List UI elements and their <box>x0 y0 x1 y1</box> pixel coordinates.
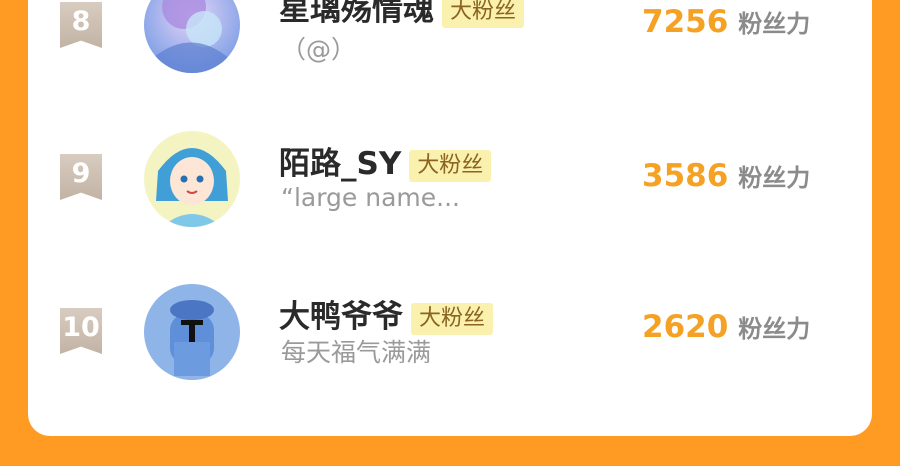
ranking-row[interactable]: 9 陌路_SY 大粉丝 “large name... 3586 粉丝力 <box>28 130 872 250</box>
fan-score: 7256 粉丝力 <box>642 4 810 40</box>
fan-score-unit: 粉丝力 <box>738 164 811 192</box>
fan-score-unit: 粉丝力 <box>738 315 811 343</box>
user-signature: 每天福气满满 <box>281 338 432 367</box>
user-name[interactable]: 陌路_SY 大粉丝 <box>279 138 492 183</box>
fan-score: 3586 粉丝力 <box>642 158 810 194</box>
avatar[interactable] <box>144 284 240 380</box>
rank-badge: 10 <box>60 308 102 354</box>
user-signature: “large name... <box>281 183 460 212</box>
fan-score-value: 3586 <box>642 158 729 194</box>
fan-score-value: 2620 <box>642 309 729 345</box>
fan-level-badge: 大粉丝 <box>442 0 525 28</box>
ranking-row[interactable]: 8 星璃殇情魂 大粉丝 （@） 7256 粉丝力 <box>28 0 872 98</box>
ranking-row[interactable]: 10 大鸭爷爷 大粉丝 每天福气满满 2620 粉丝力 <box>28 283 872 403</box>
user-signature: （@） <box>281 35 357 64</box>
rank-badge: 9 <box>60 154 102 200</box>
user-name[interactable]: 星璃殇情魂 大粉丝 <box>279 0 525 29</box>
avatar[interactable] <box>144 131 240 227</box>
user-name[interactable]: 大鸭爷爷 大粉丝 <box>279 291 494 336</box>
fan-level-badge: 大粉丝 <box>409 149 492 182</box>
fan-score-value: 7256 <box>642 4 729 40</box>
fan-score-unit: 粉丝力 <box>738 10 811 38</box>
avatar[interactable] <box>144 0 240 73</box>
fan-level-badge: 大粉丝 <box>411 302 494 335</box>
fan-score: 2620 粉丝力 <box>642 309 810 345</box>
ranking-card: 8 星璃殇情魂 大粉丝 （@） 7256 粉丝力 9 陌路_SY 大粉丝 “la… <box>28 0 872 436</box>
rank-badge: 8 <box>60 2 102 48</box>
